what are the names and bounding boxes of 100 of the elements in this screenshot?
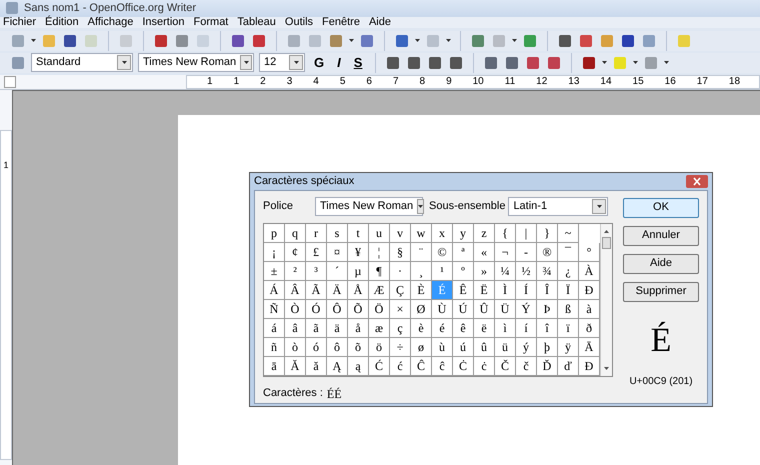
character-cell[interactable]: ă [306, 356, 327, 376]
style-dropdown[interactable]: Standard [31, 53, 133, 72]
character-cell[interactable]: â [285, 318, 306, 338]
menu-item[interactable]: Outils [284, 16, 314, 28]
character-cell[interactable]: º [453, 262, 474, 280]
character-cell[interactable]: õ [348, 338, 369, 356]
character-cell[interactable]: ß [558, 300, 579, 318]
character-cell[interactable]: ¸ [411, 262, 432, 280]
character-cell[interactable]: ā [264, 356, 285, 376]
dialog-button[interactable]: Supprimer [623, 282, 699, 302]
character-cell[interactable]: ê [453, 318, 474, 338]
character-cell[interactable]: Ú [453, 300, 474, 318]
character-cell[interactable]: Í [516, 280, 537, 300]
character-cell[interactable]: x [432, 224, 453, 242]
character-cell[interactable]: û [474, 338, 495, 356]
character-cell[interactable]: ä [327, 318, 348, 338]
menu-item[interactable]: Édition [45, 16, 79, 28]
character-cell[interactable]: Å [348, 280, 369, 300]
character-cell[interactable]: { [495, 224, 516, 242]
font-dropdown[interactable]: Times New Roman [315, 196, 423, 216]
character-cell[interactable]: ¡ [264, 242, 285, 262]
character-cell[interactable]: ¾ [537, 262, 558, 280]
character-cell[interactable]: þ [537, 338, 558, 356]
character-cell[interactable]: ì [495, 318, 516, 338]
character-cell[interactable]: Ā [579, 338, 600, 356]
character-cell[interactable]: Ô [327, 300, 348, 318]
character-cell[interactable]: » [474, 262, 495, 280]
character-cell[interactable]: Û [474, 300, 495, 318]
character-cell[interactable]: ë [474, 318, 495, 338]
character-cell[interactable]: Ê [453, 280, 474, 300]
character-cell[interactable]: î [537, 318, 558, 338]
character-cell[interactable]: Ó [306, 300, 327, 318]
character-cell[interactable]: č [516, 356, 537, 376]
character-cell[interactable]: ÷ [390, 338, 411, 356]
menu-item[interactable]: Format [194, 16, 228, 28]
character-cell[interactable]: Ĉ [411, 356, 432, 376]
character-cell[interactable]: ¼ [495, 262, 516, 280]
character-cell[interactable]: Õ [348, 300, 369, 318]
character-cell[interactable]: Î [537, 280, 558, 300]
character-cell[interactable]: ° [579, 242, 600, 262]
character-cell[interactable]: ď [558, 356, 579, 376]
character-cell[interactable]: Ć [369, 356, 390, 376]
character-cell[interactable]: È [411, 280, 432, 300]
character-cell[interactable]: v [390, 224, 411, 242]
character-cell[interactable]: ´ [327, 262, 348, 280]
character-cell[interactable]: u [369, 224, 390, 242]
character-cell[interactable]: ð [579, 318, 600, 338]
menu-item[interactable]: Affichage [88, 16, 134, 28]
character-cell[interactable]: á [264, 318, 285, 338]
character-cell[interactable]: è [411, 318, 432, 338]
character-cell[interactable]: ą [348, 356, 369, 376]
character-cell[interactable]: z [474, 224, 495, 242]
menu-item[interactable]: Insertion [142, 16, 185, 28]
character-cell[interactable]: q [285, 224, 306, 242]
character-cell[interactable]: ¶ [369, 262, 390, 280]
underline-button[interactable]: S [350, 52, 366, 72]
character-cell[interactable]: ² [285, 262, 306, 280]
character-cell[interactable]: µ [348, 262, 369, 280]
character-cell[interactable]: ú [453, 338, 474, 356]
character-cell[interactable]: t [348, 224, 369, 242]
character-cell[interactable]: í [516, 318, 537, 338]
bold-button[interactable]: G [310, 52, 328, 72]
character-cell[interactable]: ¯ [558, 242, 579, 262]
character-cell[interactable]: ã [306, 318, 327, 338]
character-cell[interactable]: Ã [306, 280, 327, 300]
character-cell[interactable]: Ą [327, 356, 348, 376]
character-cell[interactable]: Á [264, 280, 285, 300]
character-cell[interactable]: ù [432, 338, 453, 356]
character-cell[interactable]: ç [390, 318, 411, 338]
character-cell[interactable]: } [537, 224, 558, 242]
character-cell[interactable]: ĉ [432, 356, 453, 376]
character-cell[interactable]: w [411, 224, 432, 242]
character-cell[interactable]: ¹ [432, 262, 453, 280]
character-cell[interactable]: Ä [327, 280, 348, 300]
character-cell[interactable]: × [390, 300, 411, 318]
character-cell[interactable]: Ç [390, 280, 411, 300]
character-cell[interactable]: Ò [285, 300, 306, 318]
character-cell[interactable]: é [432, 318, 453, 338]
subset-dropdown[interactable]: Latin-1 [508, 196, 608, 216]
character-cell[interactable]: ¤ [327, 242, 348, 262]
character-cell[interactable]: · [390, 262, 411, 280]
character-cell[interactable]: © [432, 242, 453, 262]
character-cell[interactable]: ¿ [558, 262, 579, 280]
character-cell[interactable]: ¦ [369, 242, 390, 262]
character-cell[interactable]: § [390, 242, 411, 262]
character-cell[interactable]: Ö [369, 300, 390, 318]
character-cell[interactable]: | [516, 224, 537, 242]
character-cell[interactable]: ñ [264, 338, 285, 356]
character-cell[interactable]: ć [390, 356, 411, 376]
character-cell[interactable]: Ð [579, 280, 600, 300]
character-cell[interactable]: Ï [558, 280, 579, 300]
character-cell[interactable]: ý [516, 338, 537, 356]
character-cell[interactable]: ~ [558, 224, 579, 242]
character-cell[interactable]: Ñ [264, 300, 285, 318]
character-cell[interactable]: ¬ [495, 242, 516, 262]
character-cell[interactable]: Æ [369, 280, 390, 300]
character-cell[interactable]: Ď [537, 356, 558, 376]
font-dropdown[interactable]: Times New Roman [138, 53, 254, 72]
character-cell[interactable]: Č [495, 356, 516, 376]
character-cell[interactable]: Ì [495, 280, 516, 300]
